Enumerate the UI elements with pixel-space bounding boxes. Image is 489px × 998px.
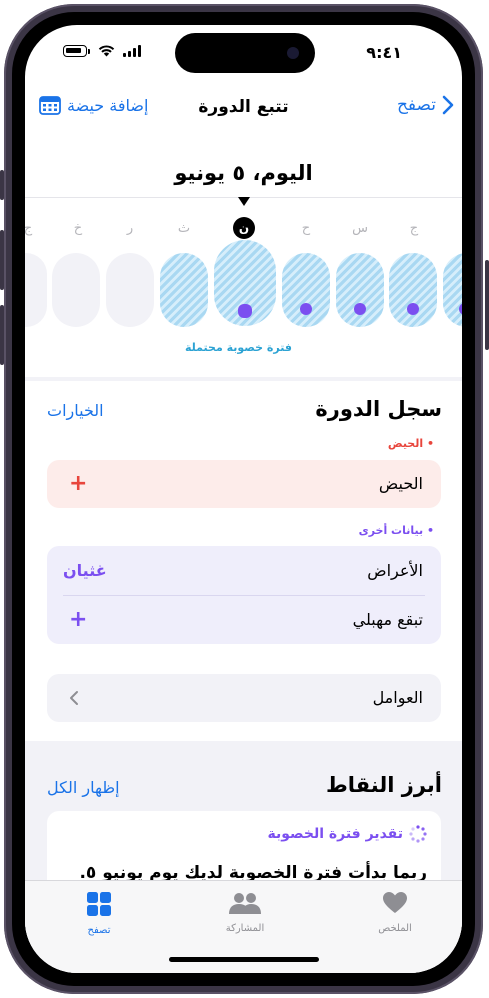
chevron-left-icon [70,691,78,705]
day-pill-fertile[interactable] [282,253,330,327]
options-link[interactable]: الخيارات [47,401,104,420]
cycle-dot-icon [354,303,366,315]
volume-down-button [0,305,4,365]
highlights-title: أبرز النقاط [325,773,442,797]
tab-browse[interactable]: تصفح [59,891,139,936]
dynamic-island [175,33,315,73]
silent-switch [0,170,4,200]
other-data-card: الأعراض غثيان تبقع مهبلي + [47,546,441,644]
cycle-dot-icon [459,303,462,315]
volume-up-button [0,230,4,290]
fertility-spinner-icon [409,825,427,843]
add-period-label: إضافة حيضة [67,95,149,115]
other-data-category-label: • بيانات أخرى [358,524,434,537]
power-button [485,260,489,350]
cycle-dot-icon [300,303,312,315]
day-letter: ج [457,221,462,236]
day-pill[interactable] [25,253,47,327]
cycle-log-title: سجل الدورة [315,397,442,421]
status-icons [63,45,141,57]
tab-summary[interactable]: الملخص [355,891,435,934]
day-letter: خ [73,221,83,236]
day-pill[interactable] [52,253,100,327]
tab-sharing[interactable]: المشاركة [205,891,285,934]
screen: ٩:٤١ تصفح تتبع الدورة إضافة حيضة اليوم، … [25,25,462,973]
day-letter-today[interactable]: ن [233,217,255,239]
symptoms-row-label: الأعراض [367,561,423,580]
add-spotting-icon[interactable]: + [69,609,87,631]
front-camera-icon [287,47,299,59]
day-letter: س [352,221,368,236]
add-period-button[interactable]: إضافة حيضة [39,95,148,115]
day-letter: ج [409,221,419,236]
home-indicator[interactable] [169,957,319,962]
selected-day-title: اليوم، ٥ يونيو [174,161,313,185]
navigation-bar: تصفح تتبع الدورة إضافة حيضة [25,85,462,129]
battery-icon [63,45,87,57]
people-icon [229,893,261,914]
status-time: ٩:٤١ [366,43,402,62]
day-letter: ث [177,221,191,236]
day-letter: ح [301,221,311,236]
today-pointer-icon [238,197,250,206]
period-category-label: • الحيض [387,437,434,450]
symptoms-value: غثيان [63,561,107,580]
grid-icon [87,892,111,916]
fertility-estimate-title: تقدير فترة الخصوبة [267,826,403,842]
cycle-dot-icon [238,304,252,318]
day-pill[interactable] [106,253,154,327]
spotting-row-label: تبقع مهبلي [352,610,423,629]
symptoms-row[interactable]: الأعراض غثيان [47,546,441,595]
heart-icon [383,892,407,913]
section-divider [25,377,462,381]
day-letter: ج [25,221,33,236]
day-letter: ر [126,221,134,236]
phone-device: ٩:٤١ تصفح تتبع الدورة إضافة حيضة اليوم، … [0,0,489,998]
spotting-row[interactable]: تبقع مهبلي + [47,596,441,644]
cycle-dot-icon [407,303,419,315]
fertility-estimate-header: تقدير فترة الخصوبة [268,825,427,843]
show-all-link[interactable]: إظهار الكل [47,778,120,797]
calendar-icon [39,96,61,115]
factors-row-label: العوامل [372,688,423,707]
status-bar: ٩:٤١ [25,25,462,80]
day-pill-today[interactable] [214,240,276,326]
add-period-icon[interactable]: + [69,473,87,495]
tab-sharing-label: المشاركة [225,923,265,934]
factors-row[interactable]: العوامل [47,674,441,722]
day-pill-fertile[interactable] [336,253,384,327]
tab-browse-label: تصفح [87,925,111,936]
period-row[interactable]: الحيض + [47,460,441,508]
day-pill-fertile[interactable] [389,253,437,327]
signal-icon [123,45,141,57]
wifi-icon [98,45,115,57]
fertile-window-label: فترة خصوبة محتملة [185,341,292,354]
day-pill-fertile[interactable] [160,253,208,327]
tab-summary-label: الملخص [378,923,412,934]
day-pill-fertile[interactable] [443,253,462,327]
period-row-label: الحيض [378,474,423,493]
